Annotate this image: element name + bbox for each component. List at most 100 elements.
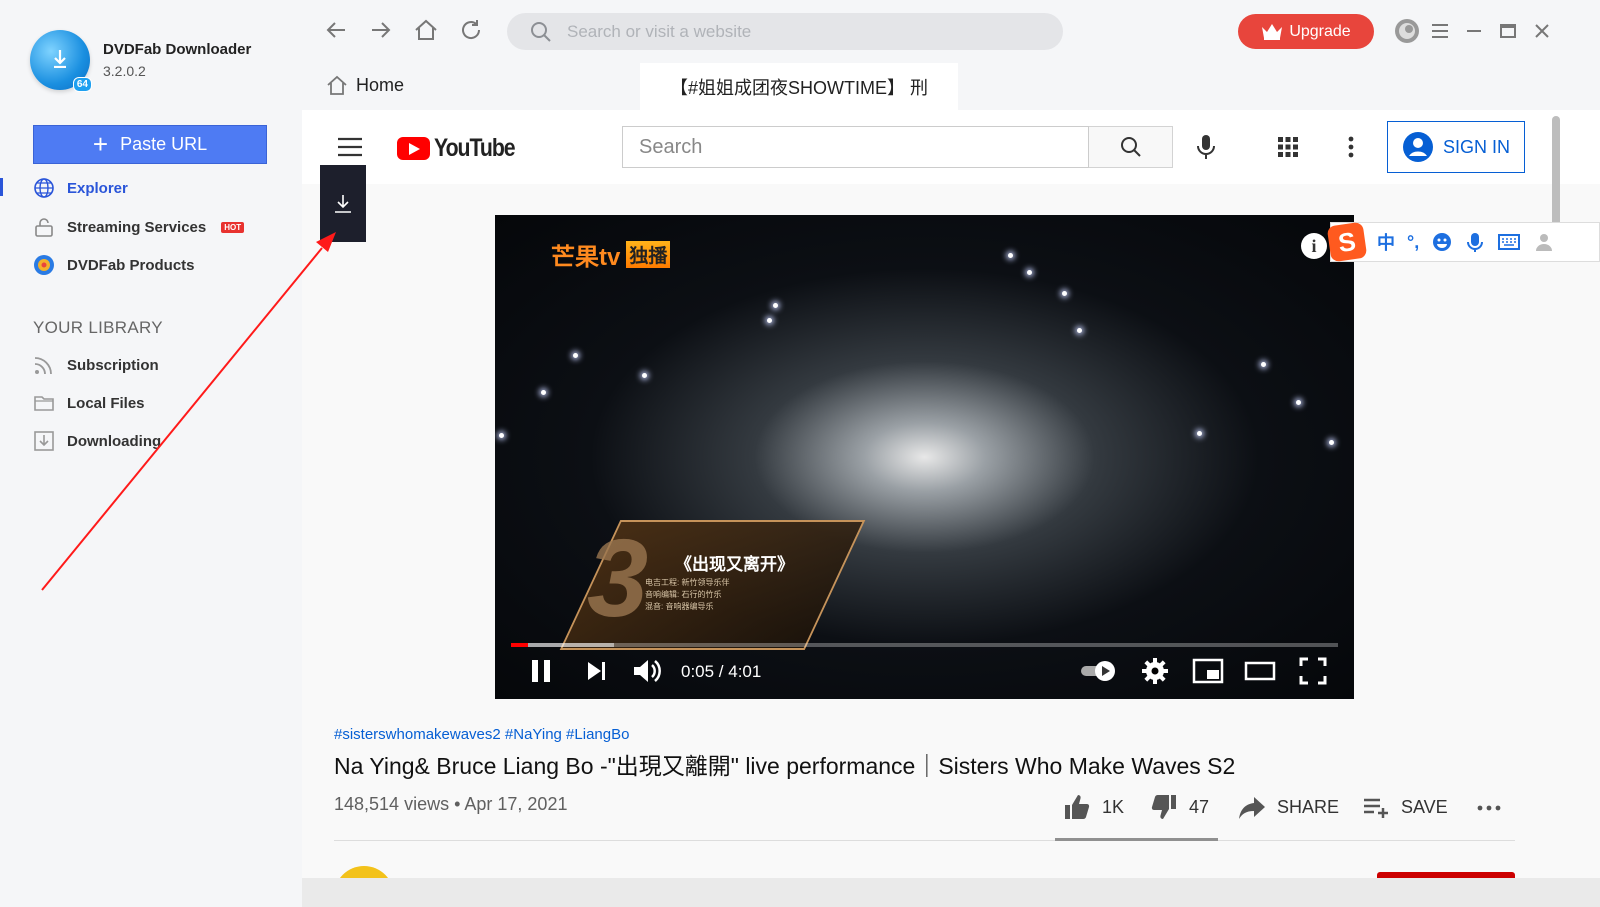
back-icon[interactable] bbox=[323, 17, 349, 43]
tab-label: Home bbox=[356, 74, 405, 95]
more-actions-button[interactable] bbox=[1474, 792, 1504, 822]
close-icon[interactable] bbox=[1530, 18, 1554, 44]
sogou-logo[interactable]: S bbox=[1326, 221, 1368, 263]
active-indicator bbox=[0, 178, 3, 196]
youtube-search-button[interactable] bbox=[1089, 126, 1173, 168]
home-icon[interactable] bbox=[413, 17, 439, 43]
hashtags[interactable]: #sisterswhomakewaves2 #NaYing #LiangBo bbox=[334, 726, 629, 743]
sidebar-item-downloading[interactable]: Downloading bbox=[33, 429, 161, 453]
search-icon bbox=[1120, 137, 1141, 157]
paste-url-label: Paste URL bbox=[120, 134, 208, 154]
miniplayer-icon[interactable] bbox=[1192, 657, 1224, 685]
theater-mode-icon[interactable] bbox=[1244, 657, 1276, 685]
video-player[interactable]: 芒果tv 独播 i 3 《出现又离开》 电吉工程: 新竹领导乐伴 音响编辑: 石… bbox=[495, 215, 1354, 699]
voice-input-icon[interactable] bbox=[1465, 231, 1485, 253]
volume-icon[interactable] bbox=[631, 657, 663, 685]
save-label: SAVE bbox=[1401, 796, 1448, 817]
home-icon bbox=[327, 75, 347, 95]
info-icon[interactable]: i bbox=[1301, 233, 1327, 259]
microphone-icon[interactable] bbox=[1191, 132, 1221, 162]
menu-icon[interactable] bbox=[1428, 18, 1452, 44]
autoplay-toggle-icon[interactable] bbox=[1080, 657, 1118, 685]
floating-download-button[interactable] bbox=[320, 165, 366, 242]
apps-grid-icon[interactable] bbox=[1273, 132, 1303, 162]
scrollbar-thumb[interactable] bbox=[1552, 116, 1560, 226]
paste-url-button[interactable]: + Paste URL bbox=[33, 125, 267, 164]
more-horizontal-icon bbox=[1477, 805, 1501, 811]
stage-light bbox=[541, 390, 546, 395]
stage-light bbox=[767, 318, 772, 323]
sidebar-item-explorer[interactable]: Explorer bbox=[33, 176, 128, 200]
save-button[interactable]: SAVE bbox=[1361, 792, 1448, 822]
tab-home[interactable]: Home bbox=[326, 74, 404, 96]
emoji-icon[interactable] bbox=[1431, 231, 1453, 253]
address-bar[interactable]: Search or visit a website bbox=[507, 13, 1063, 50]
share-icon bbox=[1239, 797, 1265, 819]
sidebar-item-dvdfab-products[interactable]: DVDFab Products bbox=[33, 253, 195, 277]
sign-in-label: SIGN IN bbox=[1442, 136, 1510, 157]
logo-badge: 64 bbox=[72, 77, 92, 92]
folder-icon bbox=[34, 396, 54, 411]
played-bar bbox=[511, 643, 529, 647]
tab-video[interactable]: 【#姐姐成团夜SHOWTIME】 刑 bbox=[640, 63, 958, 110]
like-button[interactable]: 1K bbox=[1062, 792, 1124, 822]
ime-punctuation[interactable]: °, bbox=[1407, 232, 1419, 253]
next-icon[interactable] bbox=[583, 657, 611, 685]
sidebar-item-streaming-services[interactable]: Streaming Services HOT bbox=[33, 215, 245, 239]
publish-date: Apr 17, 2021 bbox=[464, 794, 568, 814]
youtube-search-input[interactable]: Search bbox=[622, 126, 1089, 168]
stage-light bbox=[1329, 440, 1334, 445]
sidebar-item-label: Local Files bbox=[67, 394, 145, 412]
user-avatar-icon[interactable] bbox=[1394, 18, 1420, 44]
fullscreen-icon[interactable] bbox=[1299, 657, 1327, 685]
song-credits: 电吉工程: 新竹领导乐伴 音响编辑: 石行的竹乐 混音: 音响器编导乐 bbox=[645, 577, 729, 613]
globe-icon bbox=[34, 178, 54, 198]
download-icon bbox=[335, 194, 351, 213]
forward-icon[interactable] bbox=[368, 17, 394, 43]
view-count: 148,514 views bbox=[334, 794, 450, 814]
maximize-icon[interactable] bbox=[1496, 18, 1520, 44]
stage-light bbox=[499, 433, 504, 438]
youtube-logo-text: YouTube bbox=[434, 134, 516, 162]
share-button[interactable]: SHARE bbox=[1237, 792, 1339, 822]
progress-bar[interactable] bbox=[511, 643, 1338, 647]
minimize-icon[interactable] bbox=[1462, 18, 1486, 44]
sidebar-item-subscription[interactable]: Subscription bbox=[33, 353, 159, 377]
settings-gear-icon[interactable] bbox=[1141, 657, 1169, 685]
dislike-button[interactable]: 47 bbox=[1149, 792, 1209, 822]
app-name: DVDFab Downloader bbox=[103, 41, 252, 58]
more-vertical-icon[interactable] bbox=[1336, 132, 1366, 162]
sign-in-button[interactable]: SIGN IN bbox=[1387, 121, 1525, 173]
stage-light bbox=[1296, 400, 1301, 405]
credit-line: 混音: 音响器编导乐 bbox=[645, 602, 714, 611]
dislike-count: 47 bbox=[1189, 796, 1210, 817]
tab-label: 【#姐姐成团夜SHOWTIME】 刑 bbox=[669, 77, 928, 98]
bottom-strip bbox=[302, 878, 1600, 907]
hamburger-menu-icon[interactable] bbox=[337, 136, 363, 158]
stage-light bbox=[1261, 362, 1266, 367]
hot-badge: HOT bbox=[221, 221, 245, 233]
upgrade-button[interactable]: Upgrade bbox=[1238, 14, 1374, 49]
library-title: YOUR LIBRARY bbox=[33, 318, 163, 337]
time-display: 0:05 / 4:01 bbox=[681, 662, 762, 681]
ime-mode[interactable]: 中 bbox=[1377, 229, 1395, 255]
youtube-header: YouTube Search SIGN IN bbox=[302, 110, 1600, 226]
season-logo: 3 bbox=[587, 517, 649, 640]
sidebar-item-label: Subscription bbox=[67, 356, 159, 374]
keyboard-icon[interactable] bbox=[1497, 231, 1521, 253]
stage-light bbox=[1027, 270, 1032, 275]
video-meta: 148,514 views • Apr 17, 2021 bbox=[334, 794, 568, 814]
youtube-logo[interactable]: YouTube bbox=[397, 134, 529, 163]
divider bbox=[334, 840, 1515, 841]
sidebar-item-local-files[interactable]: Local Files bbox=[33, 391, 145, 415]
mango-tv-logo: 芒果tv bbox=[551, 244, 621, 271]
pause-icon[interactable] bbox=[527, 657, 555, 685]
stage-light bbox=[1008, 253, 1013, 258]
thumbs-up-icon bbox=[1065, 795, 1090, 819]
account-icon bbox=[1402, 132, 1433, 162]
user-icon[interactable] bbox=[1533, 231, 1555, 253]
like-ratio-bar bbox=[1055, 838, 1218, 841]
sidebar-item-label: Explorer bbox=[67, 179, 128, 197]
refresh-icon[interactable] bbox=[458, 17, 484, 43]
thumbs-down-icon bbox=[1151, 795, 1176, 819]
